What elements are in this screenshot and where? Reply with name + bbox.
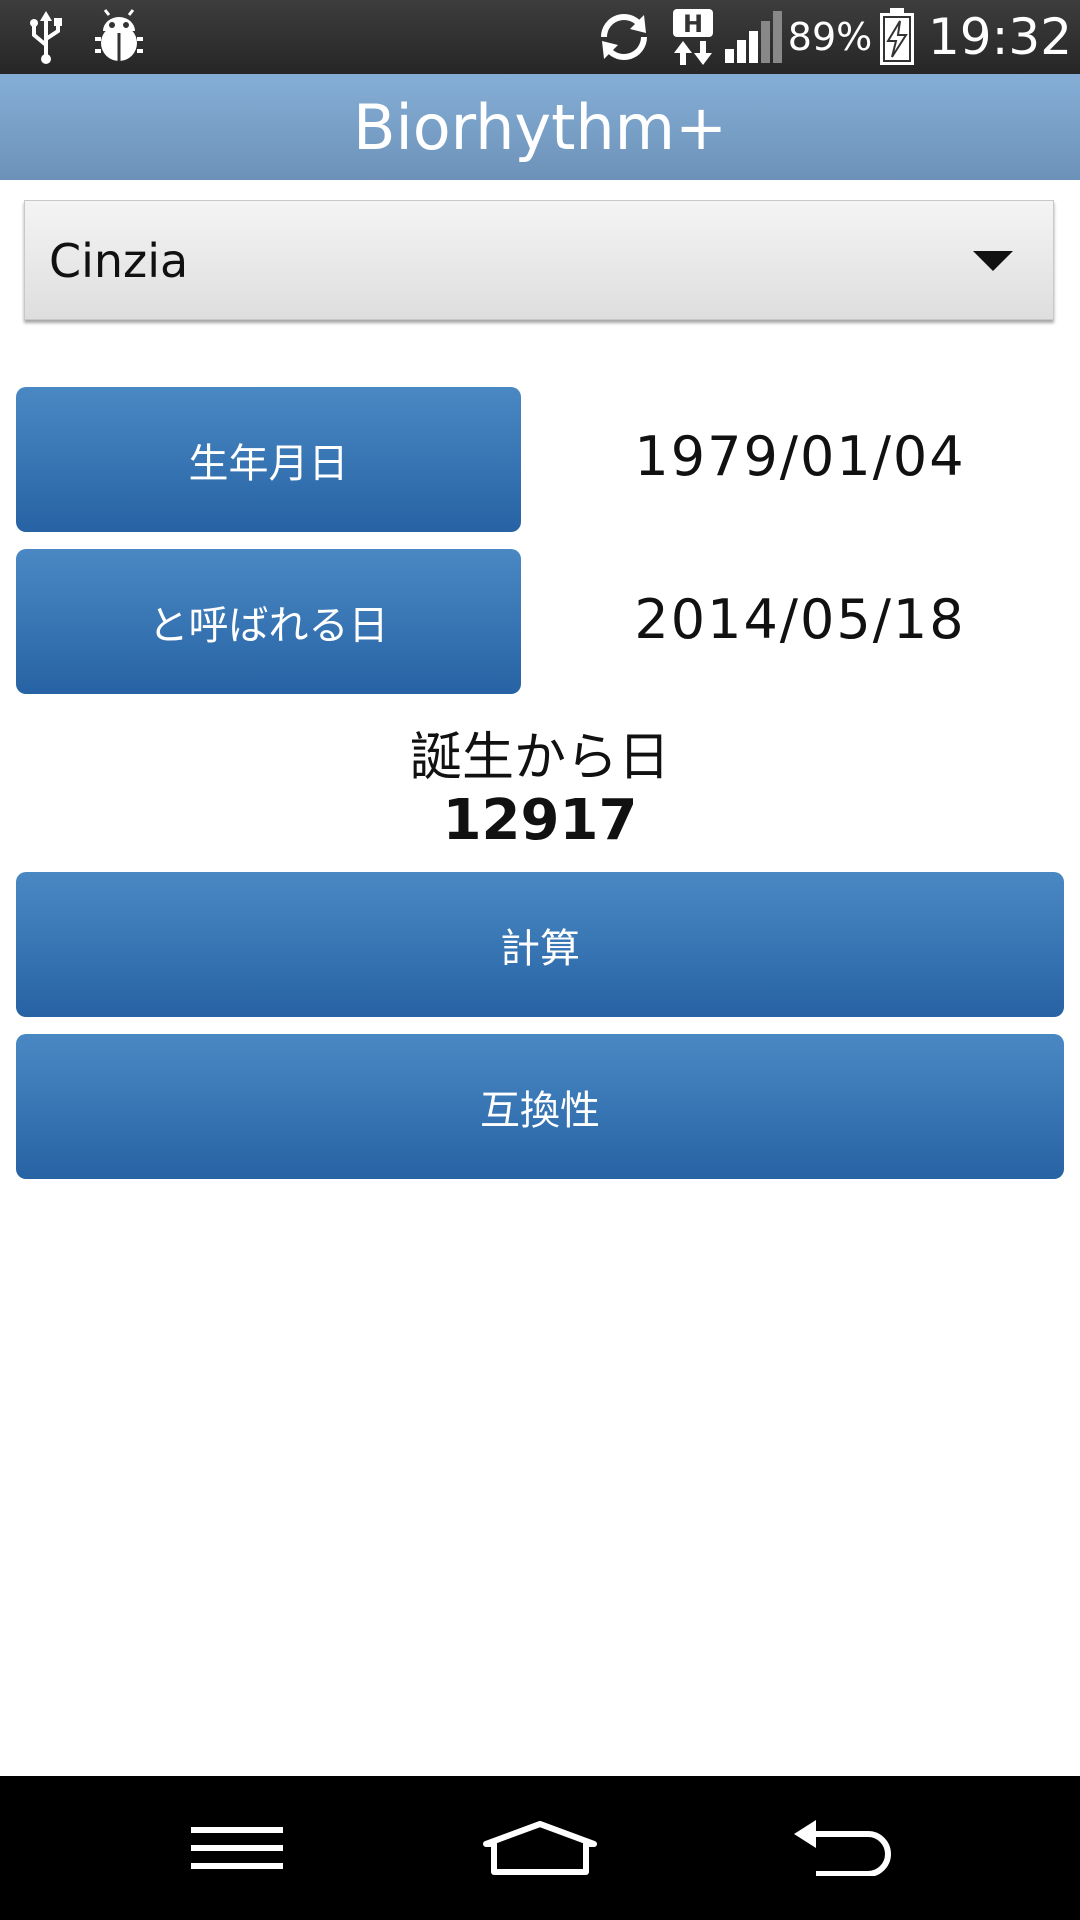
dropdown-caret-icon [973,251,1013,271]
compatibility-button-label: 互換性 [480,1087,600,1134]
profile-spinner[interactable]: Cinzia [24,200,1054,320]
usb-icon [22,0,70,74]
debug-bug-icon [88,0,150,74]
menu-icon [191,1827,283,1869]
app-screen: H 89% 19:32 Biorhythm+ Cinzia 生年月日 1979/… [0,0,1080,1920]
compatibility-button[interactable]: 互換性 [16,1034,1064,1179]
home-icon [483,1821,597,1875]
target-date-value: 2014/05/18 [634,588,966,651]
days-since-birth-value: 12917 [442,788,638,853]
status-clock: 19:32 [927,8,1073,66]
target-date-button[interactable]: と呼ばれる日 [16,549,521,694]
calculate-button[interactable]: 計算 [16,872,1064,1017]
birth-date-value: 1979/01/04 [634,425,966,488]
navigation-bar [0,1776,1080,1920]
action-bar: Biorhythm+ [0,74,1080,180]
hspa-data-icon: H [668,0,718,74]
home-button[interactable] [440,1776,640,1920]
back-icon [794,1820,891,1876]
profile-spinner-value: Cinzia [49,234,189,288]
birth-date-button[interactable]: 生年月日 [16,387,521,532]
calculate-button-label: 計算 [500,925,580,972]
birth-date-button-label: 生年月日 [188,440,349,487]
battery-percent: 89% [787,15,873,59]
app-title: Biorhythm+ [352,90,728,164]
battery-charging-icon [876,0,918,74]
days-since-birth-label: 誕生から日 [409,728,670,788]
target-date-button-label: と呼ばれる日 [148,602,389,649]
menu-button[interactable] [137,1776,337,1920]
svg-text:H: H [683,10,703,38]
status-bar: H 89% 19:32 [0,0,1080,74]
back-button[interactable] [745,1776,945,1920]
sync-icon [594,0,654,74]
signal-icon [722,0,784,74]
